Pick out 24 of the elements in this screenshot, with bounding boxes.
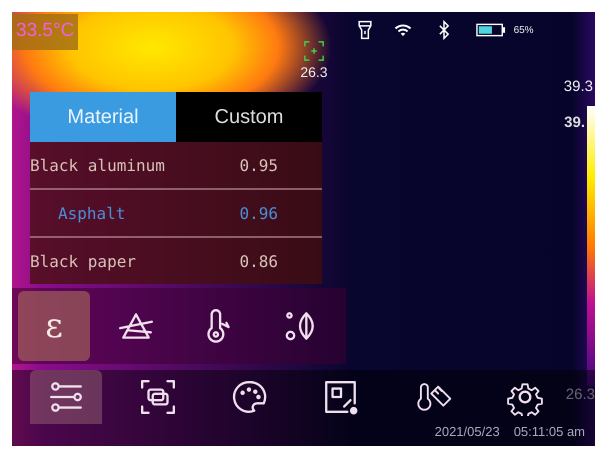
battery-icon [476, 22, 506, 38]
material-name: Black aluminum [30, 156, 165, 174]
material-row[interactable]: Black aluminum 0.95 [30, 142, 322, 190]
time-text: 05:11:05 am [514, 424, 585, 439]
bluetooth-icon [438, 20, 450, 40]
battery-percent: 65% [514, 24, 534, 36]
material-name: Black paper [30, 252, 136, 270]
date-text: 2021/05/23 [434, 424, 500, 439]
material-value: 0.96 [239, 204, 278, 222]
material-value: 0.86 [239, 252, 278, 270]
material-name: Asphalt [58, 204, 126, 222]
scale-max-reading: 39.3 [564, 78, 593, 95]
scale-marker-reading: 39. [564, 114, 585, 131]
flashlight-icon [356, 20, 374, 40]
crosshair-icon [302, 40, 325, 62]
material-value: 0.95 [239, 156, 278, 174]
panel-tab[interactable]: Custom [176, 92, 322, 142]
edge-reading: 26.3 [566, 386, 595, 403]
sliders-icon[interactable] [30, 370, 102, 424]
material-row[interactable]: Asphalt 0.96 [30, 190, 322, 238]
material-row[interactable]: Black paper 0.86 [30, 238, 322, 284]
emissivity-button[interactable]: ε [18, 291, 90, 361]
temperature-badge: 33.5°C [12, 14, 78, 50]
spot-reading: 26.3 [300, 64, 328, 80]
